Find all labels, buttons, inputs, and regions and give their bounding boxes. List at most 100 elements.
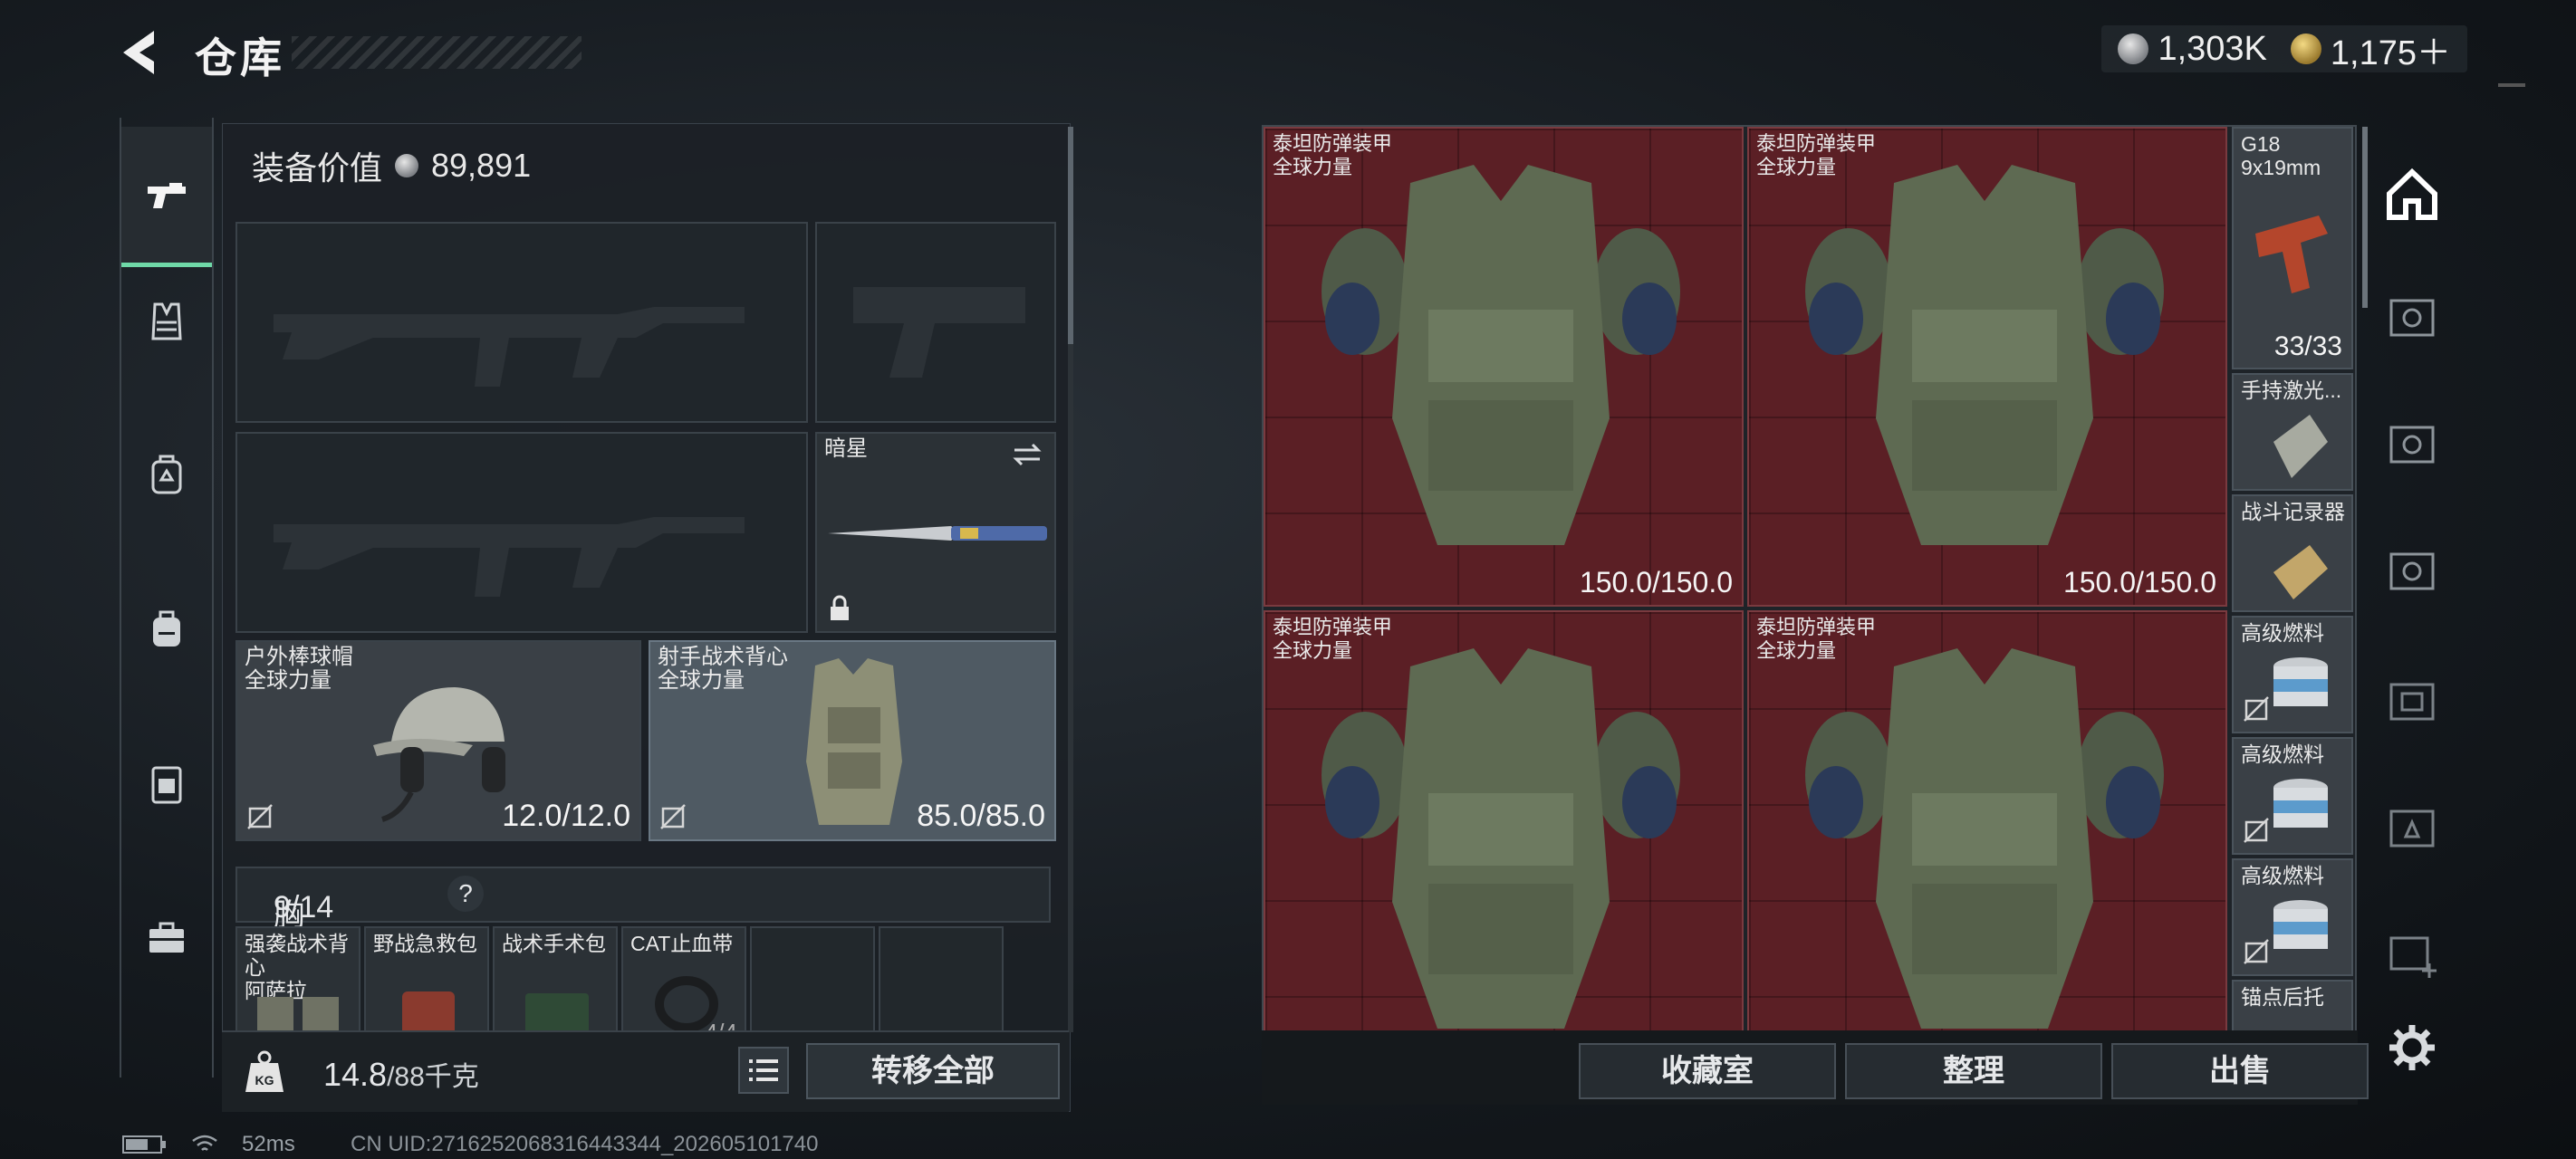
rifle-silhouette-icon bbox=[274, 517, 745, 597]
stash-scroll-thumb[interactable] bbox=[2362, 127, 2368, 308]
equipment-value: 装备价值 89,891 bbox=[252, 142, 531, 189]
case-icon bbox=[151, 766, 182, 804]
rail-item-backpack-outline[interactable] bbox=[121, 435, 212, 516]
rail-item-case[interactable] bbox=[121, 742, 212, 824]
no-insure-icon bbox=[2244, 818, 2269, 843]
body-armor-icon bbox=[1322, 165, 1680, 545]
no-insure-icon bbox=[2244, 939, 2269, 964]
equipment-value-amount: 89,891 bbox=[431, 147, 532, 184]
armor-item[interactable]: 泰坦防弹装甲 全球力量 bbox=[1264, 610, 1744, 1032]
fuel-item[interactable]: 高级燃料 bbox=[2232, 737, 2353, 855]
chest-rig-capacity: 9/14 bbox=[274, 890, 334, 924]
silver-coin-icon bbox=[2118, 34, 2149, 64]
armor-item[interactable]: 泰坦防弹装甲 全球力量 150.0/150.0 bbox=[1747, 127, 2227, 607]
knife-icon bbox=[828, 526, 1047, 541]
pistol-icon bbox=[2255, 216, 2328, 293]
no-insure-icon bbox=[247, 804, 273, 829]
helmet-durability: 12.0/12.0 bbox=[502, 799, 630, 833]
stash-actions: 收藏室 整理 出售 bbox=[1262, 1030, 2369, 1105]
pistol-icon bbox=[148, 183, 186, 208]
equipment-panel: 装备价值 89,891 暗星 户外棒球帽 全球力量 12.0/12.0 射手战术… bbox=[222, 123, 1071, 1112]
g18-pistol-item[interactable]: G18 9x19mm 33/33 bbox=[2232, 127, 2353, 369]
backpack-icon bbox=[153, 610, 180, 647]
fuel-can-icon bbox=[2273, 779, 2328, 828]
armor-item[interactable]: 泰坦防弹装甲 全球力量 150.0/150.0 bbox=[1264, 127, 1744, 607]
list-view-button[interactable] bbox=[738, 1047, 789, 1094]
vest-durability: 85.0/85.0 bbox=[917, 799, 1045, 833]
right-rail-home[interactable] bbox=[2371, 154, 2453, 235]
status-bar: 52ms bbox=[122, 1132, 295, 1157]
chest-rig-header: 胸挂：9/14 ? bbox=[235, 867, 1051, 977]
weight-current: 14.8 bbox=[323, 1056, 388, 1093]
collection-room-button[interactable]: 收藏室 bbox=[1579, 1043, 1836, 1099]
rail-item-vest[interactable] bbox=[121, 281, 212, 362]
weight-capacity: /88千克 bbox=[387, 1062, 479, 1092]
lock-icon bbox=[831, 595, 849, 620]
helmet-name: 户外棒球帽 bbox=[245, 645, 353, 669]
stock-item[interactable]: 锚点后托 bbox=[2232, 980, 2353, 1032]
vest-icon bbox=[151, 302, 182, 340]
pistol-slot[interactable] bbox=[815, 222, 1056, 423]
gold-currency[interactable]: 1,175＋ bbox=[2290, 24, 2451, 74]
fuel-can-icon bbox=[2273, 657, 2328, 706]
category-rail bbox=[120, 118, 214, 1078]
rail-item-toolbox[interactable] bbox=[121, 896, 212, 978]
rail-item-backpack[interactable] bbox=[121, 589, 212, 670]
body-armor-icon bbox=[1805, 165, 2164, 545]
equipment-footer: KG 14.8/88千克 转移全部 bbox=[222, 1030, 1069, 1112]
primary-weapon-slot-1[interactable] bbox=[235, 222, 808, 423]
melee-name: 暗星 bbox=[824, 436, 868, 461]
helmet-slot[interactable]: 户外棒球帽 全球力量 12.0/12.0 bbox=[235, 640, 641, 841]
right-rail-vault[interactable] bbox=[2371, 404, 2453, 485]
backpack-outline-icon bbox=[151, 455, 182, 494]
fuel-item[interactable]: 高级燃料 bbox=[2232, 858, 2353, 976]
equipment-value-label: 装备价值 bbox=[252, 149, 383, 187]
right-rail-vault[interactable] bbox=[2371, 788, 2453, 869]
right-rail-vault-add[interactable] bbox=[2371, 915, 2453, 996]
silver-currency[interactable]: 1,303K bbox=[2118, 29, 2267, 69]
stash-grid: 泰坦防弹装甲 全球力量 150.0/150.0 泰坦防弹装甲 全球力量 150.0/… bbox=[1262, 125, 2357, 1034]
uid-text: CN UID:2716252068316443344_202605101740 bbox=[351, 1132, 819, 1156]
melee-slot[interactable]: 暗星 bbox=[815, 432, 1056, 633]
fuel-name: 高级燃料 bbox=[2241, 742, 2324, 766]
combat-recorder-item[interactable]: 战斗记录器 bbox=[2232, 494, 2353, 612]
chest-rig-name: 强袭战术背心 bbox=[245, 932, 349, 979]
svg-text:KG: KG bbox=[255, 1073, 274, 1087]
vault-v-icon bbox=[2389, 426, 2435, 464]
currency-bar: 1,303K 1,175＋ bbox=[2101, 25, 2467, 72]
vest-slot[interactable]: 射手战术背心 全球力量 85.0/85.0 bbox=[649, 640, 1056, 841]
armor-item[interactable]: 泰坦防弹装甲 全球力量 bbox=[1747, 610, 2227, 1032]
g18-name: G18 bbox=[2241, 132, 2281, 156]
stock-name: 锚点后托 bbox=[2241, 985, 2324, 1009]
silver-amount: 1,303K bbox=[2158, 29, 2267, 68]
fuel-item[interactable]: 高级燃料 bbox=[2232, 616, 2353, 733]
laser-item[interactable]: 手持激光... bbox=[2232, 373, 2353, 491]
right-rail-vault[interactable] bbox=[2371, 661, 2453, 742]
home-icon bbox=[2387, 168, 2437, 220]
right-rail-vault[interactable] bbox=[2371, 531, 2453, 612]
help-button[interactable]: ? bbox=[447, 876, 484, 912]
pistol-silhouette-icon bbox=[853, 287, 1025, 378]
laser-name: 手持激光... bbox=[2241, 378, 2342, 402]
right-rail-vault[interactable] bbox=[2371, 277, 2453, 359]
laser-device-icon bbox=[2273, 415, 2328, 478]
g18-ammo: 33/33 bbox=[2273, 331, 2342, 361]
tourniquet-name: CAT止血带 bbox=[630, 932, 734, 955]
fuel-name: 高级燃料 bbox=[2241, 621, 2324, 645]
body-armor-icon bbox=[1322, 648, 1680, 1029]
swap-icon[interactable] bbox=[1011, 441, 1043, 468]
vault-iv-add-icon bbox=[2389, 936, 2437, 978]
back-button[interactable] bbox=[118, 27, 163, 78]
transfer-all-button[interactable]: 转移全部 bbox=[806, 1043, 1060, 1099]
page-title: 仓库 bbox=[195, 34, 285, 81]
equipment-scroll-thumb[interactable] bbox=[1068, 127, 1073, 344]
sell-button[interactable]: 出售 bbox=[2111, 1043, 2369, 1099]
settings-button[interactable] bbox=[2371, 1007, 2453, 1088]
fuel-can-icon bbox=[2273, 900, 2328, 949]
rifle-silhouette-icon bbox=[274, 307, 745, 387]
body-armor-icon bbox=[1805, 648, 2164, 1029]
rail-item-weapons[interactable] bbox=[121, 127, 212, 267]
sort-button[interactable]: 整理 bbox=[1845, 1043, 2102, 1099]
vest-name: 射手战术背心 bbox=[658, 645, 788, 669]
primary-weapon-slot-2[interactable] bbox=[235, 432, 808, 633]
